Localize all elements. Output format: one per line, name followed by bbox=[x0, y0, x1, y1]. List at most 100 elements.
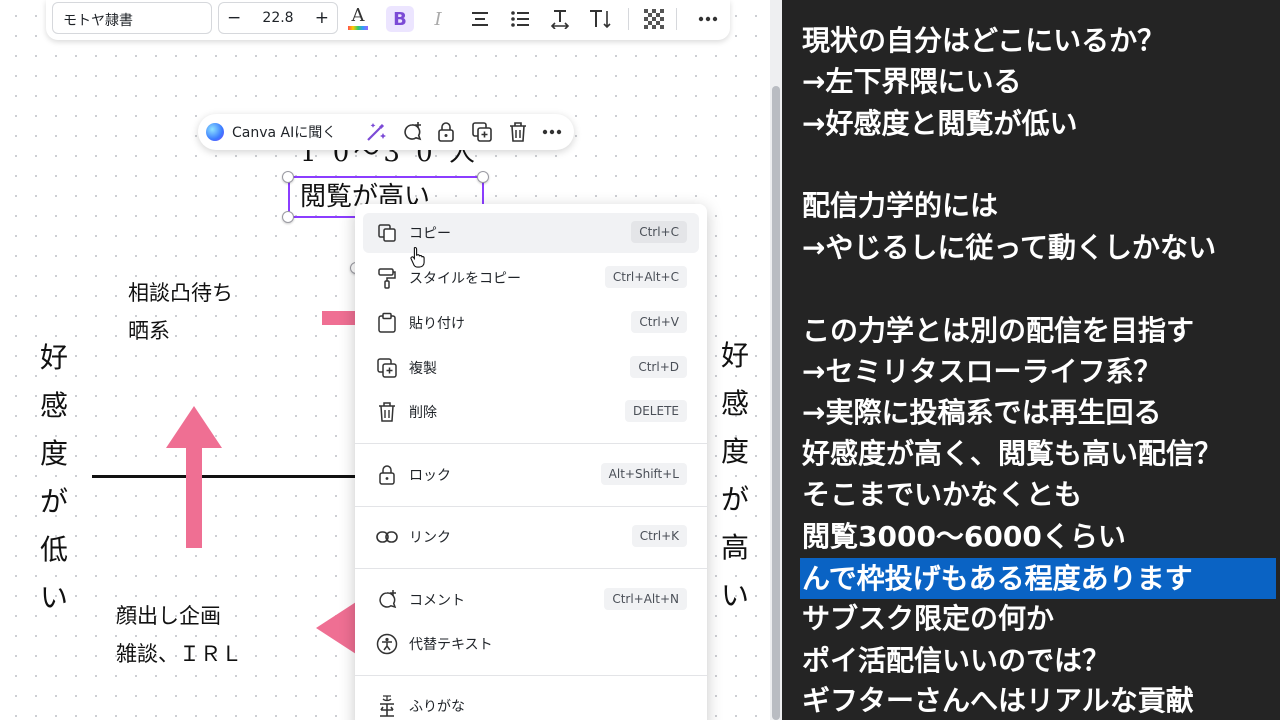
lock-icon bbox=[373, 461, 401, 489]
furigana-icon bbox=[373, 692, 401, 720]
letter-spacing-button[interactable] bbox=[546, 6, 574, 32]
list-button[interactable] bbox=[506, 6, 534, 32]
vertical-text-icon bbox=[590, 10, 611, 29]
toolbar-divider bbox=[628, 8, 629, 30]
up-arrow-shape[interactable] bbox=[164, 406, 224, 548]
lock-icon bbox=[438, 122, 454, 142]
menu-item-delete[interactable]: 削除 DELETE bbox=[363, 392, 699, 432]
arrow-shape-partial[interactable] bbox=[322, 311, 356, 325]
font-size-input[interactable]: 22.8 bbox=[262, 10, 293, 26]
partial-text: 1 0～3 0 人 bbox=[300, 150, 479, 168]
left-arrow-shape[interactable] bbox=[316, 602, 356, 654]
text-toolbar: モトヤ隷書 − 22.8 + A B I bbox=[46, 0, 730, 40]
ask-canva-ai-label: Canva AIに聞く bbox=[232, 125, 337, 141]
note-line: ギフターさんへはリアルな貢献 bbox=[802, 684, 1194, 717]
top-left-label[interactable]: 相談凸待ち 晒系 bbox=[128, 274, 233, 350]
note-line: →好感度と閲覧が低い bbox=[802, 107, 1078, 140]
menu-item-label: 削除 bbox=[409, 405, 437, 421]
bold-button[interactable]: B bbox=[386, 6, 414, 32]
menu-item-label: コピー bbox=[409, 226, 451, 242]
trash-icon bbox=[373, 398, 401, 426]
menu-item-shortcut: Alt+Shift+L bbox=[600, 463, 687, 485]
menu-divider bbox=[355, 443, 707, 444]
menu-item-link[interactable]: リンク Ctrl+K bbox=[363, 517, 699, 557]
menu-item-label: リンク bbox=[409, 530, 451, 546]
delete-element-button[interactable] bbox=[506, 120, 530, 144]
menu-item-label: ロック bbox=[409, 468, 451, 484]
right-axis-char: い bbox=[720, 579, 749, 612]
menu-item-shortcut: Ctrl+Alt+N bbox=[604, 588, 687, 610]
left-axis-char: 感 bbox=[39, 389, 68, 422]
text-color-icon: A bbox=[351, 5, 365, 26]
menu-item-lock[interactable]: ロック Alt+Shift+L bbox=[363, 455, 699, 495]
note-line: 現状の自分はどこにいるか？ bbox=[802, 24, 1166, 57]
resize-handle-bottom-left[interactable] bbox=[282, 211, 294, 223]
magic-edit-button[interactable] bbox=[364, 120, 388, 144]
canva-ai-icon bbox=[206, 123, 224, 141]
left-axis-label[interactable]: 好 感 度 が 低 い bbox=[34, 334, 74, 622]
lock-element-button[interactable] bbox=[434, 120, 458, 144]
transparency-icon bbox=[644, 9, 664, 29]
menu-item-shortcut: Ctrl+Alt+C bbox=[604, 266, 687, 288]
align-center-icon bbox=[472, 12, 488, 26]
note-line-highlighted: んで枠投げもある程度あります bbox=[800, 558, 1276, 599]
text-color-button[interactable]: A bbox=[344, 6, 372, 32]
right-axis-char: 高 bbox=[720, 531, 749, 564]
note-line: →左下界隈にいる bbox=[802, 65, 1022, 98]
context-menu: コピー Ctrl+C スタイルをコピー Ctrl+Alt+C 貼り付け Ctrl… bbox=[355, 204, 707, 720]
menu-item-comment[interactable]: コメント Ctrl+Alt+N bbox=[363, 580, 699, 620]
right-axis-char: 好 bbox=[720, 339, 749, 372]
left-axis-char: い bbox=[39, 581, 68, 614]
menu-item-duplicate[interactable]: 複製 Ctrl+D bbox=[363, 348, 699, 388]
note-line: 配信力学的には bbox=[802, 189, 999, 222]
resize-handle-top-left[interactable] bbox=[282, 171, 294, 183]
align-center-button[interactable] bbox=[466, 6, 494, 32]
right-axis-label[interactable]: 好 感 度 が 高 い bbox=[715, 332, 755, 620]
duplicate-icon bbox=[373, 354, 401, 382]
magic-wand-icon bbox=[367, 123, 386, 141]
duplicate-element-button[interactable] bbox=[470, 120, 494, 144]
note-line: ポイ活配信いいのでは？ bbox=[802, 644, 1111, 677]
more-options-button[interactable] bbox=[694, 6, 722, 32]
ask-canva-ai-button[interactable]: Canva AIに聞く bbox=[206, 122, 336, 142]
menu-item-shortcut: Ctrl+K bbox=[631, 525, 687, 547]
add-comment-icon bbox=[404, 122, 422, 141]
left-axis-char: 好 bbox=[39, 341, 68, 374]
menu-item-furigana[interactable]: ふりがな bbox=[363, 686, 699, 720]
toolbar-divider bbox=[676, 8, 677, 30]
menu-item-label: スタイルをコピー bbox=[409, 271, 521, 287]
italic-button[interactable]: I bbox=[424, 6, 452, 32]
menu-item-alt-text[interactable]: 代替テキスト bbox=[363, 624, 699, 664]
element-toolbar: Canva AIに聞く bbox=[198, 114, 574, 150]
partial-text-element[interactable]: 1 0～3 0 人 bbox=[300, 150, 490, 176]
note-line: 閲覧3000～6000くらい bbox=[802, 520, 1126, 553]
font-family-dropdown[interactable]: モトヤ隷書 bbox=[52, 2, 212, 34]
vertical-text-button[interactable] bbox=[586, 6, 614, 32]
accessibility-icon bbox=[373, 630, 401, 658]
decrease-font-size-button[interactable]: − bbox=[227, 8, 241, 28]
link-icon bbox=[373, 523, 401, 551]
more-horizontal-icon bbox=[542, 129, 562, 135]
top-left-label-line1: 相談凸待ち bbox=[128, 281, 233, 305]
increase-font-size-button[interactable]: + bbox=[315, 8, 329, 28]
bottom-left-label[interactable]: 顔出し企画 雑談、ＩＲＬ bbox=[116, 597, 242, 673]
horizontal-axis-line bbox=[92, 475, 362, 478]
left-axis-char: が bbox=[39, 485, 68, 518]
letter-spacing-icon bbox=[550, 10, 570, 29]
notes-panel: 現状の自分はどこにいるか？ →左下界隈にいる →好感度と閲覧が低い 配信力学的には →や… bbox=[782, 0, 1280, 720]
resize-handle-top-right[interactable] bbox=[477, 171, 489, 183]
menu-divider bbox=[355, 568, 707, 569]
design-canvas[interactable]: 相談凸待ち 晒系 顔出し企画 雑談、ＩＲＬ 好 感 度 が 低 い 好 感 度 … bbox=[0, 0, 770, 720]
more-element-options-button[interactable] bbox=[540, 120, 564, 144]
menu-divider bbox=[355, 506, 707, 507]
menu-item-label: 貼り付け bbox=[409, 316, 465, 332]
canvas-scrollbar-thumb[interactable] bbox=[772, 86, 780, 720]
menu-item-shortcut: Ctrl+C bbox=[631, 221, 687, 243]
menu-item-label: 代替テキスト bbox=[409, 637, 493, 653]
left-axis-char: 低 bbox=[39, 533, 68, 566]
right-axis-char: 度 bbox=[720, 435, 749, 468]
transparency-button[interactable] bbox=[640, 6, 668, 32]
top-left-label-line2: 晒系 bbox=[128, 319, 170, 343]
menu-item-paste[interactable]: 貼り付け Ctrl+V bbox=[363, 303, 699, 343]
add-comment-button[interactable] bbox=[400, 120, 424, 144]
